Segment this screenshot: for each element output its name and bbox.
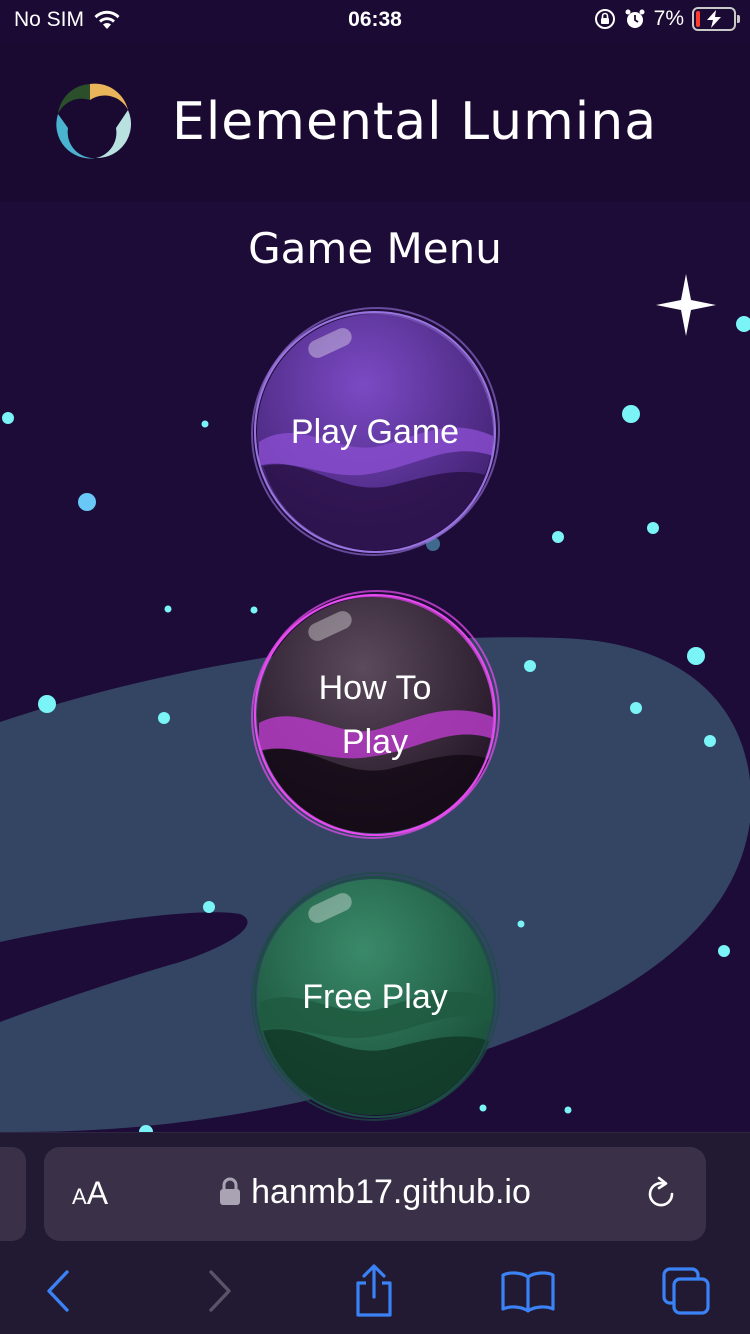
browser-nav-row [0, 1261, 750, 1321]
star [201, 420, 209, 428]
star [704, 735, 716, 747]
star [564, 1106, 572, 1114]
sparkle-star [656, 274, 716, 336]
previous-tab[interactable] [0, 1147, 26, 1241]
bookmarks-icon [501, 1271, 555, 1313]
menu-title: Game Menu [248, 224, 502, 273]
how-to-play-button[interactable]: How To Play [249, 589, 501, 841]
star [78, 493, 96, 511]
tabs-icon [662, 1267, 710, 1315]
lock-icon [220, 1177, 241, 1205]
url-text: hanmb17.github.io [251, 1173, 531, 1211]
star [2, 412, 14, 424]
star [158, 712, 170, 724]
share-button[interactable] [344, 1261, 404, 1321]
app-header: Elemental Lumina [0, 44, 750, 202]
free-play-label: Free Play [302, 978, 448, 1016]
play-game-label: Play Game [290, 413, 460, 451]
star [203, 901, 215, 913]
battery-percent: 7% [653, 7, 684, 30]
forward-button[interactable] [190, 1261, 250, 1321]
elemental-lumina-logo [56, 83, 132, 159]
bookmarks-button[interactable] [498, 1261, 558, 1321]
star [622, 405, 640, 423]
reload-icon[interactable] [642, 1175, 680, 1213]
how-to-play-label: How To Play [318, 669, 432, 761]
star [736, 316, 750, 332]
back-button[interactable] [28, 1261, 88, 1321]
star [630, 702, 642, 714]
address-bar[interactable]: AA hanmb17.github.io [44, 1147, 706, 1241]
orientation-lock-icon [594, 9, 615, 29]
star [524, 660, 536, 672]
play-game-button[interactable]: Play Game [249, 306, 501, 558]
star [164, 605, 172, 613]
charging-bolt-icon [707, 10, 721, 28]
battery-icon [692, 7, 740, 31]
forward-arrow-icon [209, 1270, 231, 1312]
alarm-icon [625, 9, 645, 28]
star [38, 695, 56, 713]
star [517, 920, 525, 928]
star [552, 531, 564, 543]
share-icon [356, 1264, 392, 1317]
star [647, 522, 659, 534]
tabs-button[interactable] [656, 1261, 716, 1321]
app-title: Elemental Lumina [172, 92, 658, 152]
free-play-button[interactable]: Free Play [249, 871, 501, 1123]
browser-toolbar: AA hanmb17.github.io [0, 1132, 750, 1334]
back-arrow-icon [47, 1270, 69, 1312]
star [718, 945, 730, 957]
status-bar: No SIM 06:38 7% [0, 0, 750, 44]
star [687, 647, 705, 665]
